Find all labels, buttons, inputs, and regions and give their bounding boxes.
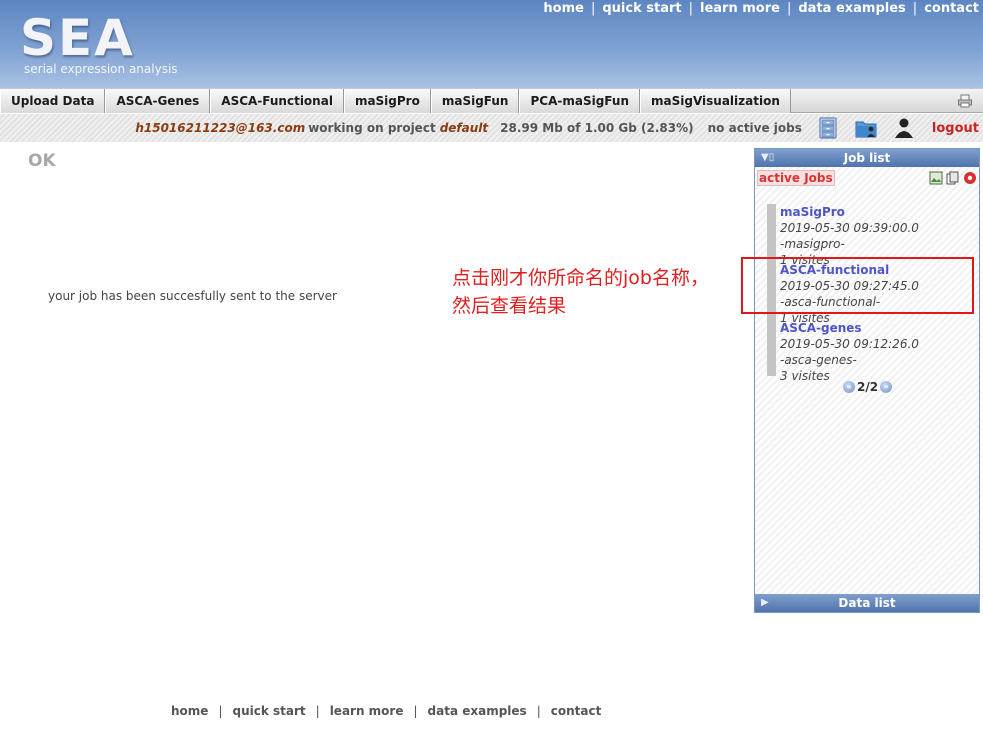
tab-masigvisualization[interactable]: maSigVisualization — [640, 89, 791, 113]
page-indicator: 2/2 — [857, 380, 879, 394]
footer-data-examples[interactable]: data examples — [428, 704, 527, 718]
top-nav-home[interactable]: home — [543, 1, 584, 16]
tab-list: Upload Data ASCA-Genes ASCA-Functional m… — [0, 89, 791, 113]
nav-separator: | — [912, 0, 918, 16]
job-list-title: Job list — [843, 151, 891, 165]
job-description: -masigpro- — [780, 237, 845, 251]
image-icon[interactable] — [929, 171, 943, 185]
next-page-icon[interactable]: » — [880, 381, 893, 393]
footer-separator: | — [315, 704, 320, 718]
tab-masigfun[interactable]: maSigFun — [430, 89, 520, 113]
logout-link[interactable]: logout — [932, 121, 979, 136]
logo-subtitle: serial expression analysis — [24, 62, 178, 76]
nav-separator: | — [688, 0, 694, 16]
footer-separator: | — [536, 704, 541, 718]
folder-user-icon[interactable] — [854, 116, 878, 140]
tab-masigpro[interactable]: maSigPro — [343, 89, 431, 113]
job-name-link[interactable]: ASCA-genes — [780, 320, 975, 336]
user-status: h15016211223@163.com working on project … — [135, 114, 979, 142]
footer-contact[interactable]: contact — [551, 704, 602, 718]
user-email[interactable]: h15016211223@163.com — [135, 121, 305, 135]
header: SEA serial expression analysis home | qu… — [0, 0, 983, 88]
tab-pca-masigfun[interactable]: PCA-maSigFun — [519, 89, 640, 113]
annotation-line: 点击刚才你所命名的job名称， — [452, 267, 709, 289]
data-list-header[interactable]: ▶ Data list — [755, 594, 979, 612]
previous-page-icon[interactable]: « — [843, 381, 855, 393]
printer-icon[interactable] — [957, 93, 973, 109]
project-name[interactable]: default — [440, 121, 488, 135]
job-list-panel: ▼▯ Job list active Jobs maSigPro 2019-05… — [754, 148, 980, 613]
top-nav: home | quick start | learn more | data e… — [543, 0, 979, 16]
storage-quota: 28.99 Mb of 1.00 Gb (2.83%) — [500, 121, 694, 135]
footer-nav: home | quick start | learn more | data e… — [171, 704, 601, 718]
collapse-triangle-icon[interactable]: ▼▯ — [761, 149, 774, 167]
logo-title: SEA — [20, 9, 135, 67]
tab-asca-genes[interactable]: ASCA-Genes — [105, 89, 211, 113]
active-jobs-status: no active jobs — [707, 121, 802, 135]
footer-separator: | — [413, 704, 418, 718]
footer-separator: | — [218, 704, 223, 718]
active-jobs-label[interactable]: active Jobs — [757, 170, 835, 186]
sea-logo[interactable]: SEA serial expression analysis — [20, 10, 190, 82]
page-title: OK — [28, 151, 56, 171]
job-pager: « 2/2 » — [843, 380, 893, 394]
job-date: 2019-05-30 09:39:00.0 — [780, 221, 919, 235]
tab-upload-data[interactable]: Upload Data — [0, 89, 106, 113]
nav-separator: | — [590, 0, 596, 16]
job-description: -asca-genes- — [780, 353, 857, 367]
file-cabinet-icon[interactable] — [816, 116, 840, 140]
annotation-line: 然后查看结果 — [452, 295, 567, 317]
tab-bar: Upload Data ASCA-Genes ASCA-Functional m… — [0, 88, 983, 113]
top-nav-quick-start[interactable]: quick start — [602, 1, 681, 16]
page: SEA serial expression analysis home | qu… — [0, 0, 983, 735]
success-message: your job has been succesfully sent to th… — [48, 289, 337, 303]
job-item[interactable]: ASCA-genes 2019-05-30 09:12:26.0 -asca-g… — [780, 320, 975, 384]
top-nav-contact[interactable]: contact — [924, 1, 979, 16]
working-text: working on project — [308, 121, 436, 135]
copy-icon[interactable] — [946, 171, 960, 185]
nav-separator: | — [786, 0, 792, 16]
panel-tools — [929, 171, 977, 185]
red-annotation: 点击刚才你所命名的job名称， 然后查看结果 — [452, 264, 752, 320]
user-icon[interactable] — [892, 116, 916, 140]
settings-gear-icon[interactable] — [963, 171, 977, 185]
tab-asca-functional[interactable]: ASCA-Functional — [210, 89, 344, 113]
top-nav-learn-more[interactable]: learn more — [700, 1, 780, 16]
status-bar: h15016211223@163.com working on project … — [0, 114, 983, 142]
data-list-title: Data list — [838, 596, 896, 610]
job-name-link[interactable]: maSigPro — [780, 204, 975, 220]
top-nav-data-examples[interactable]: data examples — [798, 1, 905, 16]
expand-triangle-icon[interactable]: ▶ — [761, 594, 769, 612]
footer-learn-more[interactable]: learn more — [330, 704, 404, 718]
footer-home[interactable]: home — [171, 704, 208, 718]
highlight-box — [741, 257, 974, 314]
job-date: 2019-05-30 09:12:26.0 — [780, 337, 919, 351]
job-list-header[interactable]: ▼▯ Job list — [755, 149, 979, 167]
footer-quick-start[interactable]: quick start — [232, 704, 305, 718]
